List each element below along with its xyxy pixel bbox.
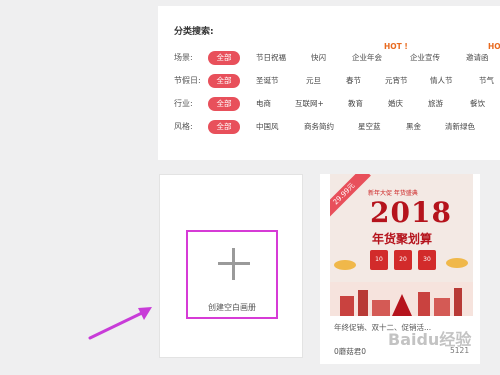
filter-title: 分类搜索: [174, 27, 214, 37]
coupon: 10 [370, 250, 388, 270]
coupon: 20 [394, 250, 412, 270]
filter-option[interactable]: 星空蓝 [358, 121, 381, 132]
create-blank-album-card[interactable]: 创建空白画册 [159, 174, 303, 358]
filter-option[interactable]: 情人节 [430, 75, 453, 86]
plus-icon-bar [218, 262, 250, 265]
filter-row-style: 风格: 全部 中国风 商务简约 星空蓝 黑金 清新绿色 [158, 117, 500, 137]
filter-row-label: 节假日: [174, 76, 201, 85]
filter-option[interactable]: 快闪 [311, 52, 326, 63]
filter-option[interactable]: 企业宣传 [410, 52, 440, 63]
skyline-decoration [330, 282, 473, 316]
filter-option[interactable]: 圣诞节 [256, 75, 279, 86]
filter-row-label: 风格: [174, 122, 193, 131]
filter-option[interactable]: 婚庆 [388, 98, 403, 109]
filter-option[interactable]: 旅游 [428, 98, 443, 109]
filter-all-button[interactable]: 全部 [208, 97, 240, 111]
thumbnail-year: 2018 [370, 196, 452, 229]
filter-option[interactable]: 春节 [346, 75, 361, 86]
template-thumbnail[interactable]: 29.99元 新年大促 年货盛典 2018 年货聚划算 10 20 30 [330, 174, 473, 316]
filter-row-label: 场景: [174, 53, 193, 62]
filter-option[interactable]: 电商 [256, 98, 271, 109]
filter-option[interactable]: 教育 [348, 98, 363, 109]
thumbnail-title: 年货聚划算 [371, 232, 432, 246]
filter-option[interactable]: 元旦 [306, 75, 321, 86]
filter-option[interactable]: 清新绿色 [445, 121, 475, 132]
filter-option[interactable]: 中国风 [256, 121, 279, 132]
filter-all-button[interactable]: 全部 [208, 74, 240, 88]
hot-badge: HOT ! [384, 42, 408, 51]
filter-option[interactable]: 企业年会 [352, 52, 382, 63]
cloud-decoration [446, 258, 468, 268]
filter-row-label: 行业: [174, 99, 193, 108]
filter-option[interactable]: 互联网+ [295, 98, 324, 109]
filter-option[interactable]: 邀请函 [466, 52, 489, 63]
cloud-decoration [334, 260, 356, 270]
filter-row-industry: 行业: 全部 电商 互联网+ 教育 婚庆 旅游 餐饮 [158, 94, 500, 114]
filter-option[interactable]: 餐饮 [470, 98, 485, 109]
filter-option[interactable]: 元宵节 [385, 75, 408, 86]
coupon-group: 10 20 30 [368, 250, 438, 272]
annotation-arrow-icon [88, 307, 152, 340]
price-ribbon: 29.99元 [330, 174, 371, 221]
filter-row-holiday: 节假日: 全部 圣诞节 元旦 春节 元宵节 情人节 节气 [158, 71, 500, 91]
filter-option[interactable]: 黑金 [406, 121, 421, 132]
filter-option[interactable]: 节日祝福 [256, 52, 286, 63]
filter-option[interactable]: 节气 [479, 75, 494, 86]
filter-all-button[interactable]: 全部 [208, 120, 240, 134]
filter-all-button[interactable]: 全部 [208, 51, 240, 65]
hot-badge: HO [488, 42, 500, 51]
filter-panel: 分类搜索: 场景: 全部 节日祝福 快闪 企业年会 企业宣传 邀请函 HOT !… [158, 6, 500, 160]
filter-option[interactable]: 商务简约 [304, 121, 334, 132]
coupon: 30 [418, 250, 436, 270]
create-blank-album-button[interactable]: 创建空白画册 [186, 230, 278, 319]
template-author[interactable]: 0蘑菇君0 [334, 346, 366, 357]
watermark: Baidu经验 [388, 330, 472, 349]
create-blank-album-label: 创建空白画册 [208, 303, 256, 312]
filter-row-scene: 场景: 全部 节日祝福 快闪 企业年会 企业宣传 邀请函 [158, 48, 500, 68]
